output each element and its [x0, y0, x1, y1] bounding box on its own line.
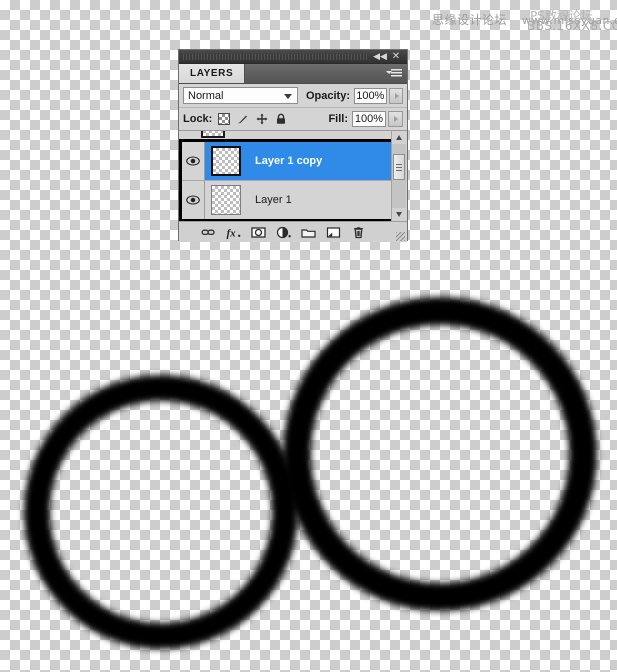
watermark-overlay-url: BBS.16XX8.COM [527, 19, 617, 33]
trash-icon[interactable] [351, 225, 366, 240]
folder-icon[interactable] [301, 225, 316, 240]
opacity-input[interactable]: 100% [353, 87, 387, 104]
lock-icon-group [218, 113, 287, 125]
layer-name-0: Layer 1 copy [255, 155, 323, 167]
lock-image-pixels-icon[interactable] [237, 113, 249, 125]
watermark-forum-name: 思缘设计论坛 [432, 13, 508, 27]
fill-stepper[interactable] [388, 111, 403, 127]
close-icon[interactable]: ✕ [389, 51, 403, 62]
layer-mask-icon[interactable] [251, 225, 266, 240]
watermark-url: www.missyuan.com [522, 14, 617, 27]
layer-style-fx-icon[interactable]: fx [226, 225, 241, 240]
eye-icon [186, 156, 200, 166]
layer-visibility-toggle-0[interactable] [182, 142, 205, 180]
layer-visibility-toggle-1[interactable] [182, 181, 205, 219]
adjustment-layer-icon[interactable] [276, 225, 291, 240]
titlebar-drag-grip[interactable] [183, 54, 368, 60]
tab-layers[interactable]: LAYERS [179, 64, 246, 83]
layer-thumbnail-1[interactable] [211, 185, 241, 215]
opacity-label: Opacity: [305, 89, 350, 102]
blend-mode-value: Normal [188, 89, 224, 102]
blend-mode-select[interactable]: Normal [183, 87, 298, 104]
layers-scrollbar[interactable] [391, 131, 407, 221]
ring-shape-right [283, 297, 597, 611]
layers-panel-footer: fx [179, 221, 407, 242]
layer-rows-container: Layer 1 copy Layer 1 [179, 139, 394, 221]
scrollbar-track[interactable] [392, 144, 406, 208]
layer-thumbnail-partial [201, 131, 225, 138]
panel-menu-icon[interactable] [386, 68, 402, 80]
new-layer-icon[interactable] [326, 225, 341, 240]
svg-text:fx: fx [227, 227, 237, 239]
collapse-panel-icon[interactable]: ◀◀ [373, 51, 387, 62]
table-row[interactable]: Layer 1 [182, 180, 391, 219]
lock-position-icon[interactable] [256, 113, 268, 125]
panel-resize-grip[interactable] [396, 232, 405, 241]
ring-shape-left [24, 375, 298, 649]
footer-button-group: fx [201, 225, 366, 240]
lock-row: Lock: Fill: 100% [179, 108, 407, 131]
lock-transparent-pixels-icon[interactable] [218, 113, 231, 125]
lock-label: Lock: [183, 113, 213, 125]
panel-menu-bars-icon [391, 69, 402, 78]
layer-thumbnail-0[interactable] [211, 146, 241, 176]
layer-name-1: Layer 1 [255, 194, 292, 206]
chevron-down-icon [283, 94, 292, 99]
table-row[interactable]: Layer 1 copy [182, 142, 391, 180]
watermark-overlay-cn: PS教程论坛 [530, 9, 593, 23]
blend-mode-row: Normal Opacity: 100% [179, 84, 407, 108]
layers-panel[interactable]: ◀◀ ✕ LAYERS Normal Opacity: 100% Lock: F… [178, 49, 408, 242]
eye-icon [186, 195, 200, 205]
scroll-up-arrow-icon[interactable] [392, 131, 406, 144]
watermark: 思缘设计论坛 www.missyuan.com PS教程论坛 BBS.16XX8… [432, 6, 617, 40]
fill-label: Fill: [328, 113, 348, 125]
opacity-stepper[interactable] [388, 87, 403, 104]
layers-list[interactable]: Layer 1 copy Layer 1 [179, 131, 407, 221]
panel-titlebar[interactable]: ◀◀ ✕ [179, 50, 407, 64]
link-icon[interactable] [201, 225, 216, 240]
tab-layers-label: LAYERS [190, 68, 234, 79]
scroll-down-arrow-icon[interactable] [392, 208, 406, 221]
lock-all-icon[interactable] [275, 113, 287, 125]
panel-tab-strip: LAYERS [179, 64, 407, 84]
artwork-two-rings [0, 255, 617, 672]
fill-input[interactable]: 100% [352, 111, 386, 127]
scrollbar-thumb[interactable] [393, 154, 405, 180]
